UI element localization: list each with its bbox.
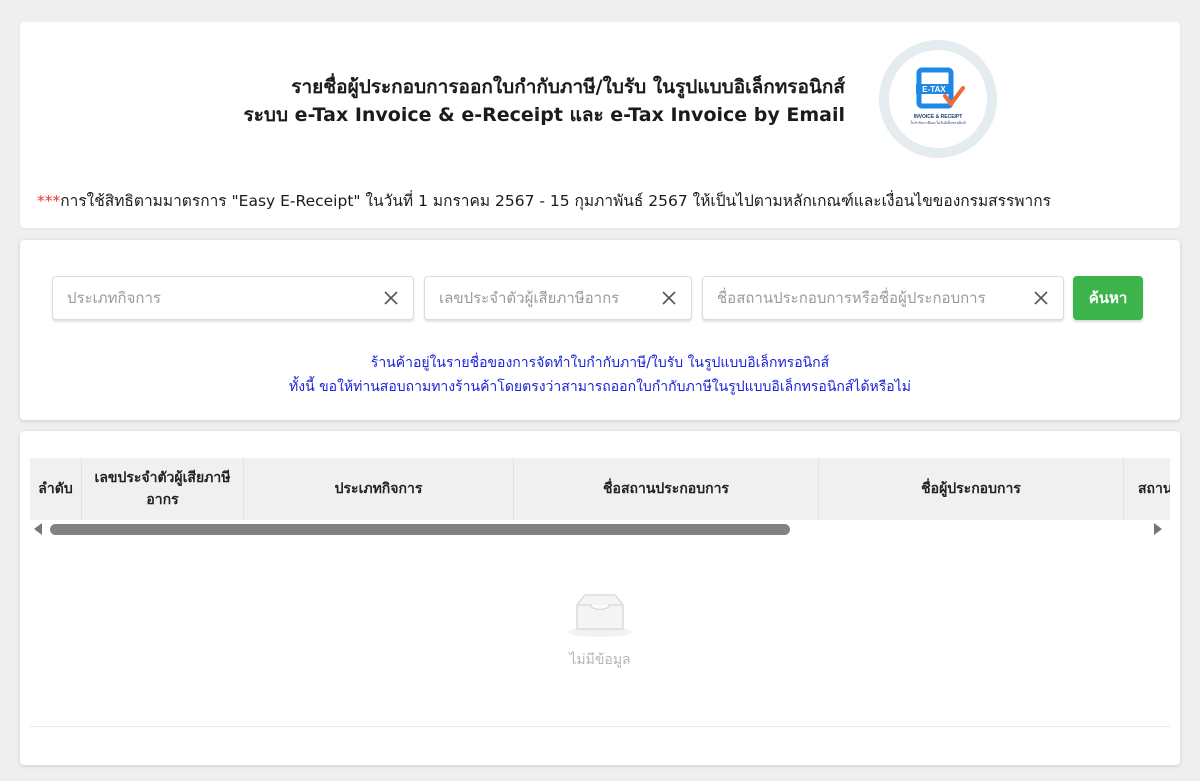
inbox-icon	[567, 594, 633, 637]
horizontal-scrollbar[interactable]	[50, 524, 1150, 535]
close-icon[interactable]	[661, 290, 677, 306]
notice-text: การใช้สิทธิตามมาตรการ "Easy E-Receipt" ใ…	[60, 192, 1051, 210]
results-table-card: ลำดับ เลขประจำตัวผู้เสียภาษีอากร ประเภทก…	[20, 431, 1180, 765]
easy-ereceipt-notice: ***การใช้สิทธิตามมาตรการ "Easy E-Receipt…	[37, 188, 1051, 213]
tax-id-field	[424, 276, 692, 320]
column-header-index[interactable]: ลำดับ	[30, 458, 82, 520]
search-button[interactable]: ค้นหา	[1073, 276, 1143, 320]
table-bottom-divider	[30, 726, 1170, 727]
notice-stars: ***	[37, 192, 61, 210]
business-name-field	[702, 276, 1064, 320]
etax-logo-badge: E-TAX INVOICE & RECEIPT ใบกำกับภาษีและใบ…	[889, 50, 987, 148]
tax-id-input[interactable]	[425, 277, 691, 319]
scrollbar-thumb[interactable]	[50, 524, 790, 535]
header-card: รายชื่อผู้ประกอบการออกใบกำกับภาษี/ใบรับ …	[20, 22, 1180, 228]
info-line-2: ทั้งนี้ ขอให้ท่านสอบถามทางร้านค้าโดยตรงว…	[289, 379, 911, 395]
page-title: รายชื่อผู้ประกอบการออกใบกำกับภาษี/ใบรับ …	[291, 76, 845, 98]
empty-state-text: ไม่มีข้อมูล	[569, 652, 631, 668]
business-name-input[interactable]	[703, 277, 1063, 319]
business-type-input[interactable]	[53, 277, 413, 319]
column-header-tax-id[interactable]: เลขประจำตัวผู้เสียภาษีอากร	[82, 458, 244, 520]
scroll-right-arrow-icon[interactable]	[1154, 523, 1162, 535]
close-icon[interactable]	[1033, 290, 1049, 306]
column-header-operator-name[interactable]: ชื่อผู้ประกอบการ	[819, 458, 1124, 520]
close-icon[interactable]	[383, 290, 399, 306]
scroll-left-arrow-icon[interactable]	[34, 523, 42, 535]
search-card: ค้นหา ร้านค้าอยู่ในรายชื่อของการจัดทำใบก…	[20, 240, 1180, 420]
column-header-business-type[interactable]: ประเภทกิจการ	[244, 458, 514, 520]
logo-text: E-TAX	[922, 85, 946, 94]
info-line-1: ร้านค้าอยู่ในรายชื่อของการจัดทำใบกำกับภา…	[370, 355, 830, 371]
table-header: ลำดับ เลขประจำตัวผู้เสียภาษีอากร ประเภทก…	[30, 458, 1170, 520]
column-header-establishment-name[interactable]: ชื่อสถานประกอบการ	[514, 458, 819, 520]
etax-logo: E-TAX INVOICE & RECEIPT ใบกำกับภาษีและใบ…	[879, 40, 997, 158]
page-subtitle: ระบบ e-Tax Invoice & e-Receipt และ e-Tax…	[243, 104, 846, 126]
business-type-field	[52, 276, 414, 320]
logo-subtitle: INVOICE & RECEIPT	[914, 114, 963, 120]
etax-logo-icon: E-TAX INVOICE & RECEIPT ใบกำกับภาษีและใบ…	[910, 67, 966, 125]
column-header-location[interactable]: สถาน	[1124, 458, 1170, 520]
